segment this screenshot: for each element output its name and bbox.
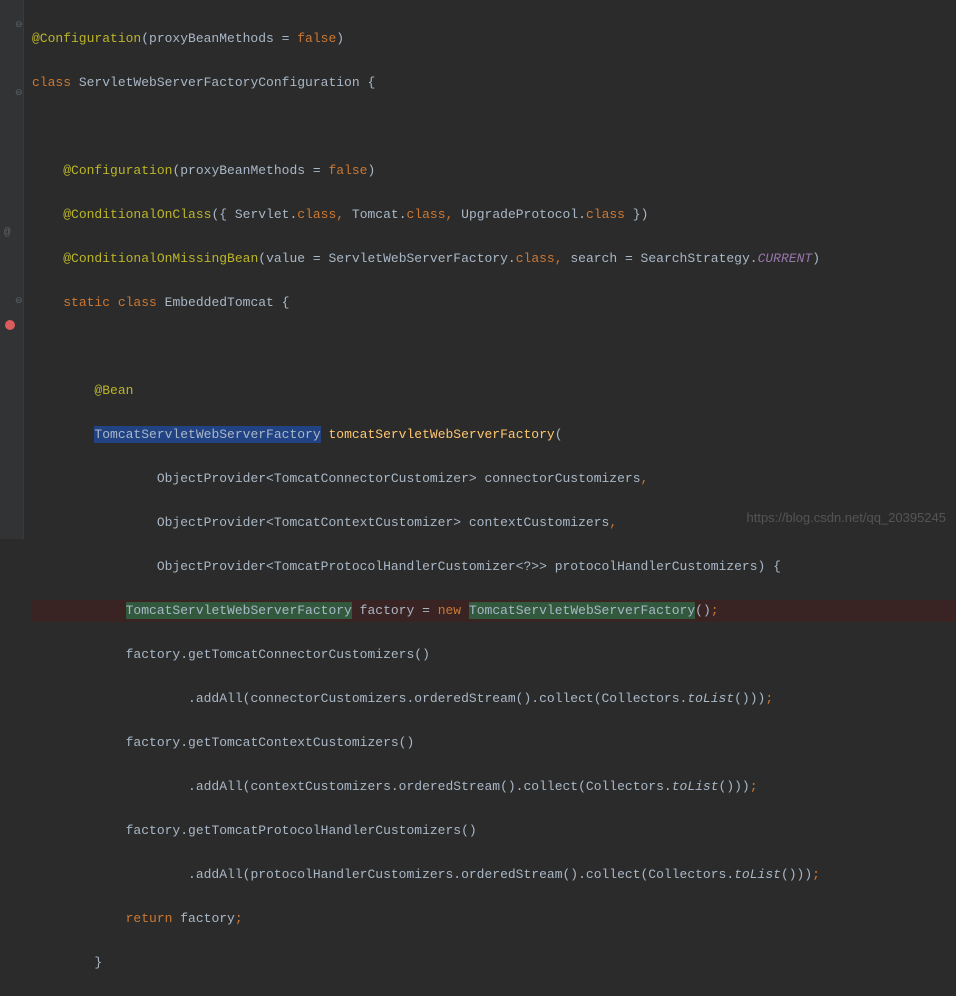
code-line[interactable]: @Configuration(proxyBeanMethods = false) [32, 28, 956, 50]
editor-gutter[interactable]: ⊖ ⊖ ⊖ @ [0, 0, 24, 539]
code-line[interactable]: factory.getTomcatContextCustomizers() [32, 732, 956, 754]
selected-identifier: TomcatServletWebServerFactory [94, 426, 320, 443]
code-line[interactable]: class ServletWebServerFactoryConfigurati… [32, 72, 956, 94]
code-line-breakpoint[interactable]: TomcatServletWebServerFactory factory = … [32, 600, 956, 622]
code-line[interactable]: .addAll(contextCustomizers.orderedStream… [32, 776, 956, 798]
code-line[interactable]: @ConditionalOnMissingBean(value = Servle… [32, 248, 956, 270]
code-line[interactable]: .addAll(protocolHandlerCustomizers.order… [32, 864, 956, 886]
code-line[interactable]: factory.getTomcatConnectorCustomizers() [32, 644, 956, 666]
watermark-text: https://blog.csdn.net/qq_20395245 [747, 507, 947, 529]
code-editor[interactable]: @Configuration(proxyBeanMethods = false)… [24, 0, 956, 996]
code-line[interactable]: @ConditionalOnClass({ Servlet.class, Tom… [32, 204, 956, 226]
code-line[interactable]: factory.getTomcatProtocolHandlerCustomiz… [32, 820, 956, 842]
code-line[interactable] [32, 116, 956, 138]
collapse-icon[interactable]: ⊖ [15, 14, 23, 22]
code-line[interactable]: } [32, 952, 956, 974]
code-line[interactable]: @Configuration(proxyBeanMethods = false) [32, 160, 956, 182]
collapse-icon[interactable]: ⊖ [15, 290, 23, 298]
collapse-icon[interactable]: ⊖ [15, 82, 23, 90]
code-line[interactable]: ObjectProvider<TomcatProtocolHandlerCust… [32, 556, 956, 578]
breakpoint-icon[interactable] [5, 320, 15, 330]
code-line[interactable]: .addAll(connectorCustomizers.orderedStre… [32, 688, 956, 710]
code-line[interactable]: ObjectProvider<TomcatConnectorCustomizer… [32, 468, 956, 490]
code-line[interactable]: return factory; [32, 908, 956, 930]
code-line[interactable] [32, 336, 956, 358]
code-line[interactable]: @Bean [32, 380, 956, 402]
code-line[interactable]: static class EmbeddedTomcat { [32, 292, 956, 314]
override-icon[interactable]: @ [4, 222, 16, 234]
code-line[interactable]: TomcatServletWebServerFactory tomcatServ… [32, 424, 956, 446]
